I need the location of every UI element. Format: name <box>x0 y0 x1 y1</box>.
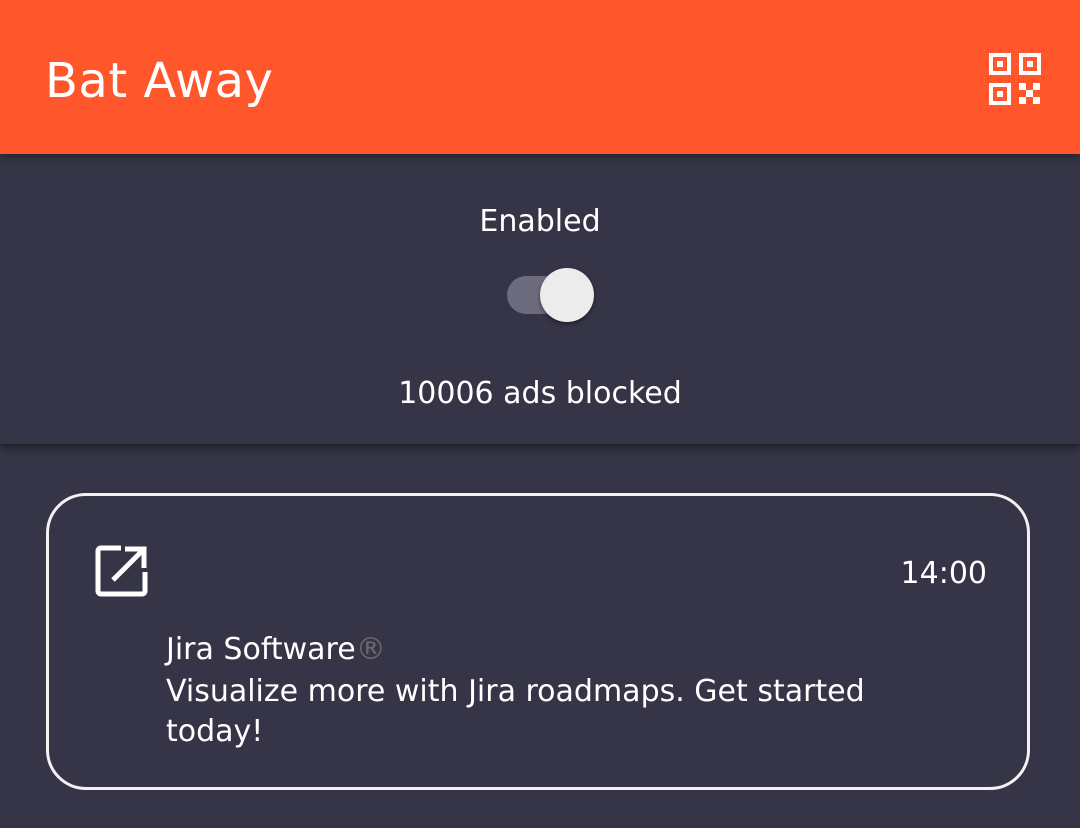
notification-time: 14:00 <box>900 556 987 591</box>
notification-card[interactable]: 14:00 Jira Software® Visualize more with… <box>46 493 1030 790</box>
registered-mark: ® <box>355 632 386 667</box>
toggle-thumb <box>540 268 594 322</box>
status-panel: Enabled 10006 ads blocked <box>0 154 1080 444</box>
open-in-new-icon[interactable] <box>95 544 149 598</box>
enable-toggle[interactable] <box>502 262 598 322</box>
notification-title: Jira Software® <box>166 628 386 672</box>
enabled-label: Enabled <box>479 204 601 239</box>
ads-blocked-count: 10006 ads blocked <box>398 376 682 411</box>
app-title: Bat Away <box>45 53 274 109</box>
app-bar: Bat Away <box>0 0 1080 154</box>
notification-title-text: Jira Software <box>166 632 356 667</box>
qr-code-button[interactable] <box>979 43 1051 115</box>
notification-body: Visualize more with Jira roadmaps. Get s… <box>166 674 865 749</box>
qr-code-icon <box>989 53 1041 105</box>
